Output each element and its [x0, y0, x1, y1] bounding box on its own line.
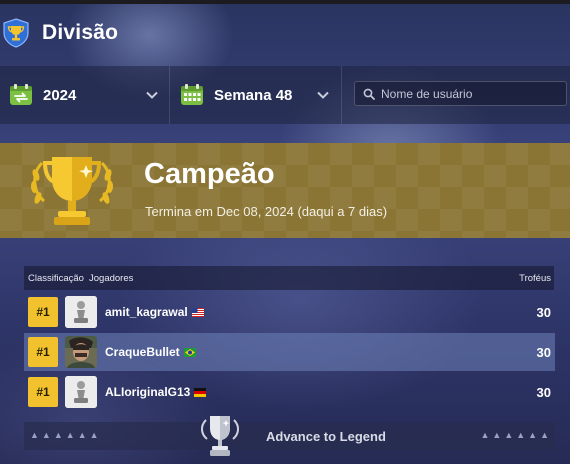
week-label: Semana 48: [214, 86, 293, 104]
username-link[interactable]: CraqueBullet: [105, 345, 180, 359]
title-bar: Divisão: [0, 4, 570, 62]
rank-badge: #1: [28, 297, 58, 327]
rank-badge: #1: [28, 337, 58, 367]
leaderboard-row[interactable]: #1 ALIoriginalG13 30: [24, 373, 555, 411]
leaderboard-row[interactable]: #1 amit_kagrawal 30: [24, 293, 555, 331]
players-column-header: Jogadores: [89, 273, 134, 284]
trophies-column-header: Troféus: [519, 273, 551, 284]
trophy-count: 30: [536, 304, 551, 320]
pawn-avatar-icon: [65, 296, 97, 328]
br-flag-icon: [183, 347, 196, 357]
username-search[interactable]: [354, 81, 567, 106]
year-label: 2024: [43, 86, 77, 104]
up-arrows-icon: ▲ ▲ ▲ ▲ ▲ ▲: [30, 430, 99, 440]
leaderboard-header: Classificação Jogadores Troféus: [24, 266, 554, 290]
trophy-shield-icon: [3, 18, 29, 48]
page-title: Divisão: [42, 21, 119, 44]
chevron-down-icon: [146, 91, 158, 99]
promotion-zone: ▲ ▲ ▲ ▲ ▲ ▲ Advance to Legend ▲ ▲ ▲ ▲ ▲ ▲: [24, 422, 555, 450]
leaderboard-row-highlighted[interactable]: #1 CraqueBullet 30: [24, 333, 555, 371]
year-dropdown[interactable]: 2024: [9, 66, 167, 124]
calendar-green-icon: [181, 84, 203, 105]
us-flag-icon: [191, 307, 204, 317]
avatar[interactable]: [65, 296, 97, 328]
gold-trophy-icon: [30, 157, 114, 225]
search-input[interactable]: [375, 81, 566, 106]
user-photo-avatar: [65, 336, 97, 368]
up-arrows-icon: ▲ ▲ ▲ ▲ ▲ ▲: [480, 430, 549, 440]
username-link[interactable]: ALIoriginalG13: [105, 385, 190, 399]
calendar-green-icon: [10, 84, 32, 105]
search-icon: [363, 88, 375, 100]
rank-badge: #1: [28, 377, 58, 407]
division-title: Campeão: [144, 158, 275, 190]
promotion-label: Advance to Legend: [266, 429, 386, 444]
divider: [341, 66, 342, 124]
division-banner: Campeão Termina em Dec 08, 2024 (daqui a…: [0, 143, 570, 238]
username-link[interactable]: amit_kagrawal: [105, 305, 188, 319]
avatar[interactable]: [65, 336, 97, 368]
rank-column-header: Classificação: [28, 273, 84, 284]
avatar[interactable]: [65, 376, 97, 408]
week-dropdown[interactable]: Semana 48: [180, 66, 338, 124]
de-flag-icon: [194, 387, 207, 397]
division-end-date: Termina em Dec 08, 2024 (daqui a 7 dias): [145, 204, 388, 219]
trophy-count: 30: [536, 384, 551, 400]
chevron-down-icon: [317, 91, 329, 99]
divider: [169, 66, 170, 124]
pawn-avatar-icon: [65, 376, 97, 408]
silver-trophy-icon: [201, 416, 239, 456]
trophy-count: 30: [536, 344, 551, 360]
